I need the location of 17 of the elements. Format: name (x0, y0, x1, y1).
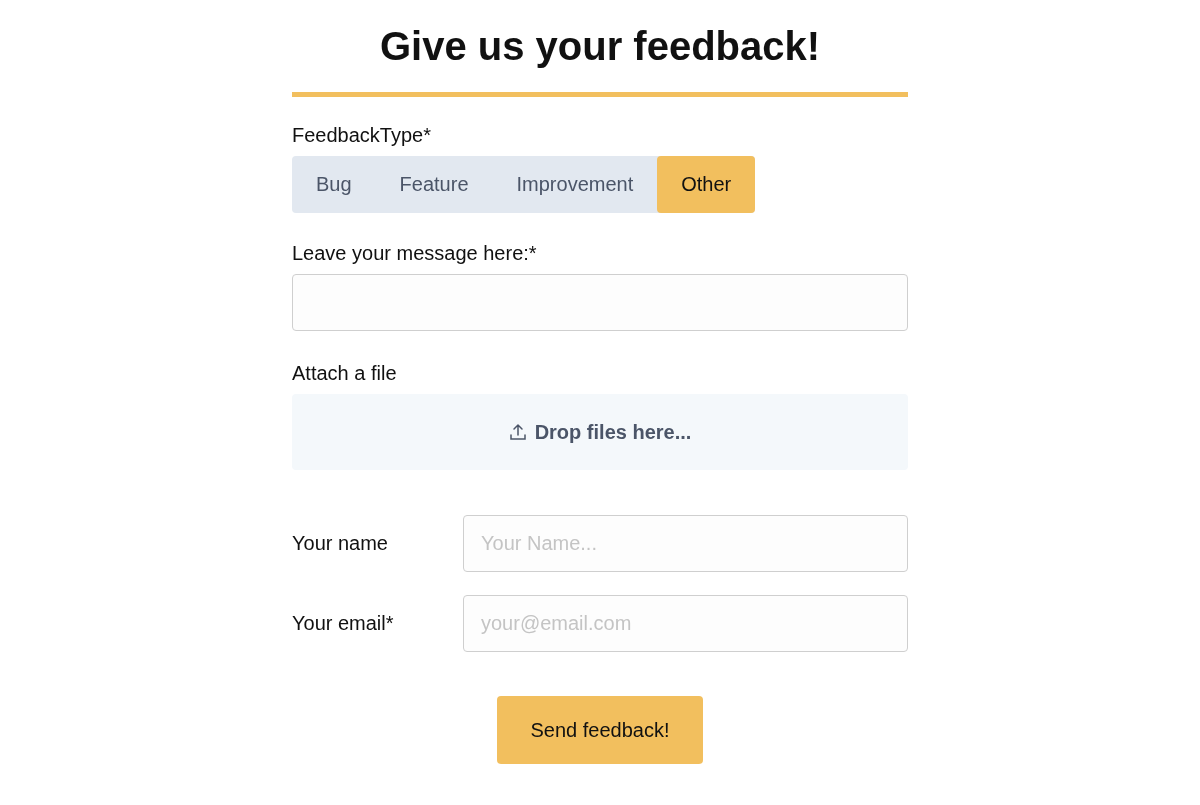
field-label: FeedbackType* (292, 123, 432, 147)
file-dropzone[interactable]: Drop files here... (292, 394, 908, 470)
field-label: Attach a file (292, 361, 398, 385)
dropzone-text: Drop files here... (534, 420, 692, 444)
type-option[interactable]: Other (657, 156, 756, 213)
page-title: Give us your feedback! (378, 23, 822, 70)
message-field[interactable] (292, 274, 908, 331)
field-label: Leave your message here:* (292, 241, 538, 265)
email-field[interactable]: your@email.com (463, 595, 908, 652)
send-button[interactable]: Send feedback! (497, 696, 703, 764)
type-option[interactable]: Improvement (492, 156, 658, 213)
field-label: Your email* (292, 612, 395, 635)
upload-icon (508, 423, 527, 441)
type-option[interactable]: Feature (375, 156, 493, 213)
field-label: Your name (292, 532, 389, 555)
name-field[interactable]: Your Name... (463, 515, 908, 572)
type-option[interactable]: Bug (292, 156, 376, 213)
